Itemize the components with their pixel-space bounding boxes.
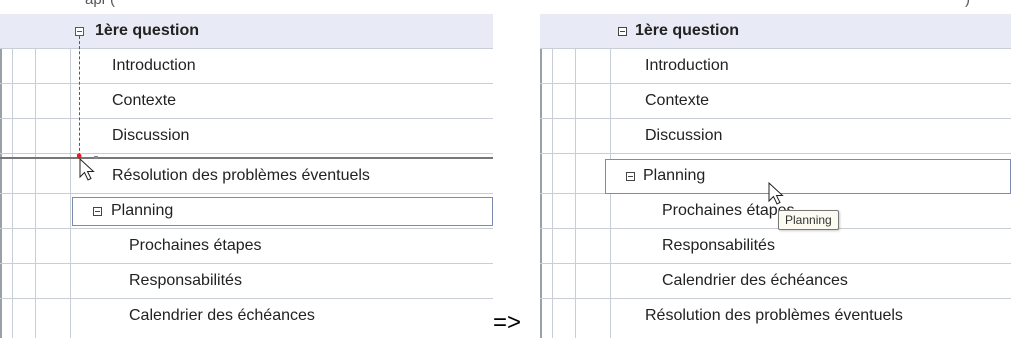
- outline-sub-item-label: Calendrier des échéances: [662, 272, 848, 289]
- outline-row[interactable]: Résolution des problèmes éventuels: [0, 159, 493, 194]
- collapse-toggle-icon[interactable]: [93, 207, 102, 216]
- outline-row[interactable]: Calendrier des échéances: [540, 264, 1011, 299]
- outline-heading-label: Planning: [643, 167, 706, 184]
- outline-row[interactable]: Discussion: [0, 119, 493, 154]
- outline-item-label: Discussion: [645, 127, 723, 144]
- top-caption-strip: ): [540, 0, 1011, 14]
- outline-item-label: Discussion: [112, 127, 190, 144]
- top-caption-strip: apr (: [0, 0, 493, 14]
- outline-heading-label: Planning: [111, 202, 174, 219]
- mouse-pointer-icon: [768, 181, 784, 205]
- transition-arrow: =>: [493, 309, 522, 336]
- outline-row[interactable]: Introduction: [540, 49, 1011, 84]
- tooltip: Planning: [778, 210, 839, 230]
- outline-row-header[interactable]: 1ère question: [0, 14, 493, 49]
- outline-row[interactable]: Introduction: [0, 49, 493, 84]
- caption-fragment: (: [110, 0, 115, 8]
- outline-item-label: Introduction: [112, 57, 196, 74]
- outline-item-label: Résolution des problèmes éventuels: [112, 167, 370, 184]
- collapse-toggle-icon[interactable]: [626, 172, 635, 181]
- outline-item-label: Résolution des problèmes éventuels: [645, 307, 903, 324]
- outline-sub-item-label: Calendrier des échéances: [129, 307, 315, 324]
- outline-row-selected[interactable]: Planning: [0, 194, 493, 229]
- outline-row[interactable]: Discussion: [540, 119, 1011, 154]
- outline-sub-item-label: Prochaines étapes: [129, 237, 262, 254]
- drop-position-line: [0, 157, 493, 159]
- outline-row-header[interactable]: 1ère question: [540, 14, 1011, 49]
- caption-fragment: apr: [85, 0, 107, 8]
- outline-row[interactable]: Résolution des problèmes éventuels: [540, 299, 1011, 334]
- mouse-pointer-icon: [77, 153, 98, 181]
- drag-guide-icon: [79, 36, 80, 156]
- outline-sub-item-label: Responsabilités: [129, 272, 242, 289]
- outline-row[interactable]: Prochaines étapes: [0, 229, 493, 264]
- caption-fragment: ): [965, 0, 970, 8]
- outline-after-panel: ) 1ère question Introduction Contexte Di…: [540, 0, 1011, 338]
- outline-item-label: Introduction: [645, 57, 729, 74]
- outline-row[interactable]: Calendrier des échéances: [0, 299, 493, 334]
- outline-header-label: 1ère question: [635, 22, 740, 39]
- outline-before-panel: apr ( 1ère question Introduction Context…: [0, 0, 493, 338]
- outline-row[interactable]: Contexte: [540, 84, 1011, 119]
- collapse-toggle-icon[interactable]: [75, 27, 84, 36]
- collapse-toggle-icon[interactable]: [618, 27, 627, 36]
- outline-row[interactable]: Responsabilités: [540, 229, 1011, 264]
- outline-header-label: 1ère question: [95, 22, 200, 39]
- outline-sub-item-label: Responsabilités: [662, 237, 775, 254]
- outline-item-label: Contexte: [112, 92, 177, 109]
- outline-row[interactable]: Responsabilités: [0, 264, 493, 299]
- outline-row[interactable]: Contexte: [0, 84, 493, 119]
- outline-item-label: Contexte: [645, 92, 710, 109]
